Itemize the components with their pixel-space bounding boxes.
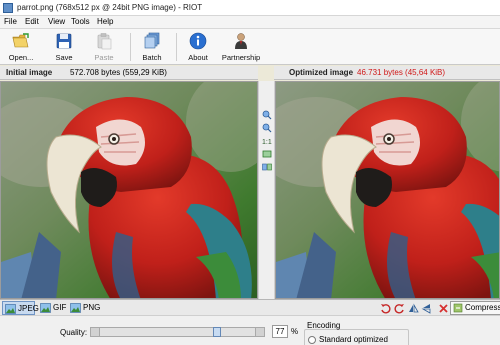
standard-optimized-radio[interactable] — [308, 336, 316, 344]
toolbar-separator — [130, 33, 131, 61]
batch-label: Batch — [142, 53, 162, 62]
optimized-image-pane[interactable] — [275, 81, 500, 299]
initial-info-bar: Initial image 572.708 bytes (559,29 KiB) — [0, 66, 258, 80]
batch-button[interactable]: Batch — [137, 31, 167, 63]
image-icon — [70, 303, 81, 313]
compress-button[interactable]: Compress — [450, 301, 500, 315]
tab-gif-label: GIF — [53, 303, 67, 312]
slider-increase-button[interactable] — [255, 328, 264, 336]
quality-slider[interactable] — [90, 327, 265, 337]
image-icon — [5, 304, 16, 314]
open-label: Open... — [8, 53, 34, 62]
compress-icon — [453, 303, 463, 313]
slider-thumb[interactable] — [213, 327, 222, 337]
undo-icon[interactable] — [380, 303, 391, 314]
flip-horizontal-icon[interactable] — [408, 303, 419, 314]
optimized-image-size: 46.731 bytes (45,64 KiB) — [357, 68, 446, 77]
quality-unit: % — [291, 327, 299, 336]
menu-view[interactable]: View — [48, 17, 65, 26]
person-icon — [235, 33, 247, 49]
paste-label: Paste — [94, 53, 114, 62]
parrot-image-initial — [1, 82, 257, 299]
quality-input[interactable]: 77 — [272, 325, 288, 338]
compress-label: Compress — [465, 303, 500, 312]
app-icon — [3, 3, 13, 13]
toolbar-separator — [176, 33, 177, 61]
paste-button[interactable]: Paste — [90, 31, 118, 63]
tab-gif[interactable]: GIF — [38, 301, 70, 315]
compare-icon[interactable] — [262, 162, 272, 172]
floppy-icon — [56, 33, 72, 49]
partnership-label: Partnership — [221, 53, 261, 62]
encoding-title: Encoding — [307, 321, 341, 330]
image-icon — [40, 303, 51, 313]
jpeg-settings-panel: Quality: 77 % Encoding Standard optimize… — [0, 316, 500, 345]
delete-icon[interactable] — [438, 303, 449, 314]
tab-jpeg-label: JPEG — [18, 304, 39, 313]
flip-vertical-icon[interactable] — [421, 303, 432, 314]
zoom-toolbar: 1:1 — [258, 81, 275, 299]
window-title: parrot.png (768x512 px @ 24bit PNG image… — [17, 3, 203, 12]
svg-text:1:1: 1:1 — [262, 139, 272, 146]
toolbar: Open... Save Paste Batch About Partnersh… — [0, 29, 500, 65]
tab-png[interactable]: PNG — [68, 301, 102, 315]
about-button[interactable]: About — [183, 31, 213, 63]
menu-edit[interactable]: Edit — [25, 17, 39, 26]
initial-image-size: 572.708 bytes (559,29 KiB) — [70, 68, 167, 77]
menu-bar: File Edit View Tools Help — [0, 16, 500, 29]
format-bar: JPEG GIF PNG Compress — [0, 299, 500, 316]
partnership-button[interactable]: Partnership — [218, 31, 264, 63]
initial-image-header: Initial image — [6, 68, 53, 77]
folder-open-icon — [12, 33, 29, 48]
tab-png-label: PNG — [83, 303, 101, 312]
quality-label: Quality: — [60, 328, 88, 337]
standard-optimized-label: Standard optimized — [319, 335, 388, 344]
tab-jpeg[interactable]: JPEG — [2, 301, 39, 315]
fit-window-icon[interactable] — [262, 149, 272, 159]
open-button[interactable]: Open... — [6, 31, 36, 63]
slider-decrease-button[interactable] — [91, 328, 100, 336]
title-bar: parrot.png (768x512 px @ 24bit PNG image… — [0, 0, 500, 16]
optimized-info-bar: Optimized image 46.731 bytes (45,64 KiB) — [274, 66, 500, 80]
save-button[interactable]: Save — [50, 31, 78, 63]
save-label: Save — [55, 53, 73, 62]
actual-size-icon[interactable]: 1:1 — [262, 136, 272, 146]
zoom-out-icon[interactable] — [262, 123, 272, 133]
optimized-image-header: Optimized image — [289, 68, 354, 77]
menu-tools[interactable]: Tools — [71, 17, 90, 26]
parrot-image-optimized — [276, 82, 500, 299]
initial-image-pane[interactable] — [0, 81, 258, 299]
redo-icon[interactable] — [394, 303, 405, 314]
about-label: About — [188, 53, 208, 62]
menu-help[interactable]: Help — [97, 17, 113, 26]
zoom-in-icon[interactable] — [262, 110, 272, 120]
info-icon — [189, 32, 207, 50]
menu-file[interactable]: File — [4, 17, 17, 26]
paste-icon — [97, 33, 112, 50]
batch-icon — [144, 32, 160, 49]
